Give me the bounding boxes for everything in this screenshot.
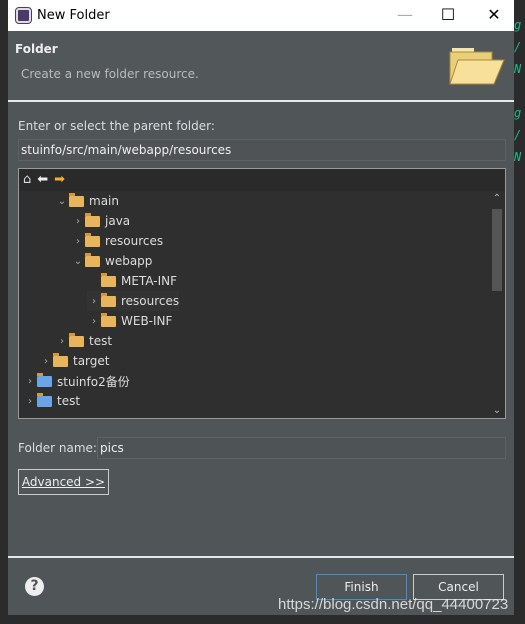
tree-item-label: webapp — [105, 254, 153, 268]
parent-folder-label: Enter or select the parent folder: — [18, 119, 215, 133]
chevron-right-icon[interactable]: › — [23, 396, 37, 407]
folder-icon — [69, 332, 84, 347]
footer-separator — [8, 556, 514, 558]
tree-item-label: META-INF — [121, 274, 178, 288]
scrollbar-thumb[interactable] — [492, 209, 502, 291]
folder-tree[interactable]: ⌂ ⬅ ➡ ⌄ main › java › resources ⌄ webapp META-IN… — [18, 168, 506, 419]
tree-item[interactable]: › stuinfo2备份 — [23, 371, 130, 391]
tree-item[interactable]: › resources — [87, 291, 180, 311]
tree-scrollbar[interactable]: ⌃ ⌄ — [489, 191, 505, 418]
folder-name-label: Folder name: — [18, 441, 97, 455]
folder-icon — [101, 292, 116, 307]
tree-item[interactable]: › WEB-INF — [87, 311, 172, 331]
folder-banner-icon — [449, 48, 505, 85]
tree-item[interactable]: › test — [55, 331, 112, 351]
tree-item-label: stuinfo2备份 — [57, 374, 130, 389]
folder-name-input[interactable]: pics — [97, 437, 506, 459]
chevron-right-icon[interactable]: › — [23, 376, 37, 387]
project-icon — [37, 372, 52, 387]
back-icon[interactable]: ⬅ — [37, 172, 48, 188]
parent-folder-input[interactable]: stuinfo/src/main/webapp/resources — [18, 139, 506, 161]
tree-item-label: main — [89, 194, 119, 208]
chevron-right-icon[interactable]: › — [87, 316, 101, 327]
scroll-up-icon[interactable]: ⌃ — [489, 193, 505, 204]
tree-item-label: resources — [105, 234, 164, 248]
tree-item[interactable]: › target — [39, 351, 110, 371]
tree-item-label: WEB-INF — [121, 314, 173, 328]
new-folder-dialog: New Folder — ☐ ✕ Folder Create a new fol… — [8, 0, 514, 615]
minimize-button[interactable]: — — [390, 4, 420, 26]
help-icon[interactable]: ? — [25, 577, 44, 596]
header-separator — [8, 100, 514, 102]
tree-item[interactable]: ⌄ webapp — [71, 251, 152, 271]
tree-item[interactable]: META-INF — [87, 271, 177, 291]
chevron-down-icon[interactable]: ⌄ — [71, 256, 85, 267]
folder-icon — [85, 232, 100, 247]
folder-icon — [101, 272, 116, 287]
folder-icon — [53, 352, 68, 367]
tree-item[interactable]: ⌄ main — [55, 191, 119, 211]
chevron-right-icon[interactable]: › — [55, 336, 69, 347]
folder-icon — [85, 252, 100, 267]
advanced-button[interactable]: Advanced >> — [18, 469, 109, 495]
wizard-title: Folder — [15, 42, 58, 56]
chevron-right-icon[interactable]: › — [71, 236, 85, 247]
project-icon — [37, 392, 52, 407]
chevron-down-icon[interactable]: ⌄ — [55, 196, 69, 207]
maximize-button[interactable]: ☐ — [433, 4, 463, 26]
tree-item-label: test — [57, 394, 81, 408]
tree-item[interactable]: › resources — [71, 231, 163, 251]
home-icon[interactable]: ⌂ — [23, 172, 31, 188]
chevron-right-icon[interactable]: › — [71, 216, 85, 227]
folder-icon — [85, 212, 100, 227]
title-bar: New Folder — ☐ ✕ — [8, 0, 514, 31]
tree-item-label: target — [73, 354, 110, 368]
forward-icon[interactable]: ➡ — [54, 172, 65, 188]
watermark: https://blog.csdn.net/qq_44400723 — [278, 596, 509, 613]
eclipse-icon — [15, 7, 32, 24]
window-title: New Folder — [37, 8, 110, 23]
folder-icon — [69, 192, 84, 207]
chevron-right-icon[interactable]: › — [87, 296, 101, 307]
tree-item[interactable]: › java — [71, 211, 130, 231]
tree-item-label: resources — [121, 294, 180, 308]
tree-item-label: java — [105, 214, 131, 228]
wizard-header: Folder Create a new folder resource. — [8, 31, 514, 101]
background-editor: g / Ng / N — [514, 0, 525, 624]
chevron-right-icon[interactable]: › — [39, 356, 53, 367]
close-button[interactable]: ✕ — [479, 4, 509, 26]
tree-item[interactable]: › test — [23, 391, 80, 411]
wizard-subtitle: Create a new folder resource. — [21, 67, 199, 81]
tree-item-label: test — [89, 334, 113, 348]
scroll-down-icon[interactable]: ⌄ — [489, 405, 505, 416]
tree-toolbar: ⌂ ⬅ ➡ — [19, 169, 505, 191]
folder-icon — [101, 312, 116, 327]
